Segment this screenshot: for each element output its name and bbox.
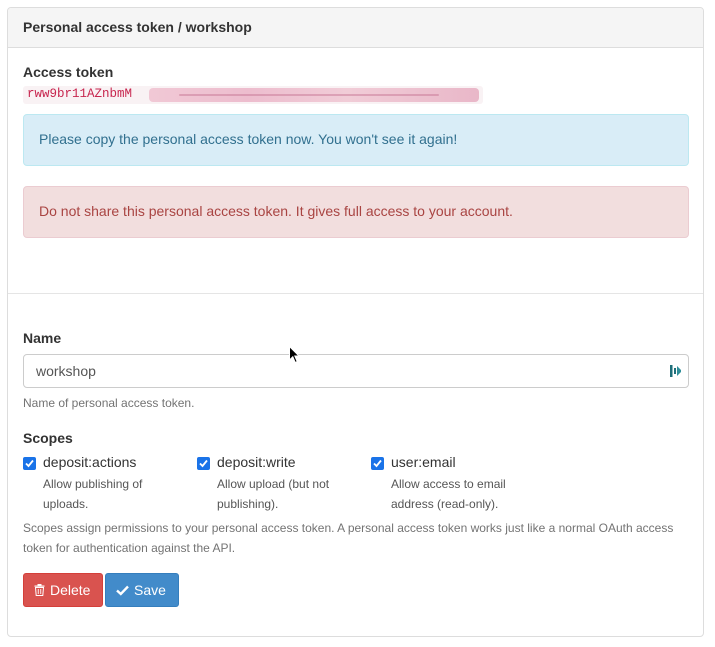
delete-button[interactable]: Delete — [23, 573, 103, 607]
password-manager-icon[interactable] — [670, 364, 682, 378]
mouse-cursor-icon — [289, 345, 301, 369]
scope-description: Allow upload (but not publishing). — [217, 477, 330, 511]
scope-label[interactable]: deposit:write — [217, 454, 296, 470]
token-panel: Personal access token / workshop Access … — [7, 7, 704, 637]
scope-description: Allow publishing of uploads. — [43, 477, 143, 511]
scope-label[interactable]: deposit:actions — [43, 454, 136, 470]
trash-icon — [34, 584, 45, 596]
scope-description: Allow access to email address (read-only… — [391, 477, 506, 511]
divider — [8, 293, 703, 294]
panel-title: Personal access token / workshop — [8, 8, 703, 48]
deposit-actions-checkbox[interactable] — [23, 457, 36, 470]
access-token-label: Access token — [23, 64, 114, 80]
token-redaction — [149, 88, 479, 102]
check-icon — [116, 585, 129, 596]
name-input[interactable]: workshop — [23, 354, 689, 388]
save-button[interactable]: Save — [105, 573, 179, 607]
scope-label[interactable]: user:email — [391, 454, 456, 470]
user-email-checkbox[interactable] — [371, 457, 384, 470]
access-token-value[interactable]: rww9br11AZnbmM — [23, 86, 483, 104]
save-label: Save — [134, 582, 166, 598]
access-token-prefix: rww9br11AZnbmM — [27, 87, 133, 101]
danger-alert: Do not share this personal access token.… — [23, 186, 689, 238]
deposit-write-checkbox[interactable] — [197, 457, 210, 470]
info-alert: Please copy the personal access token no… — [23, 114, 689, 166]
name-input-value: workshop — [36, 363, 96, 379]
scopes-label: Scopes — [23, 430, 73, 446]
name-label: Name — [23, 330, 62, 346]
delete-label: Delete — [50, 582, 91, 598]
scopes-help: Scopes assign permissions to your person… — [23, 521, 674, 555]
name-help: Name of personal access token. — [23, 396, 195, 410]
